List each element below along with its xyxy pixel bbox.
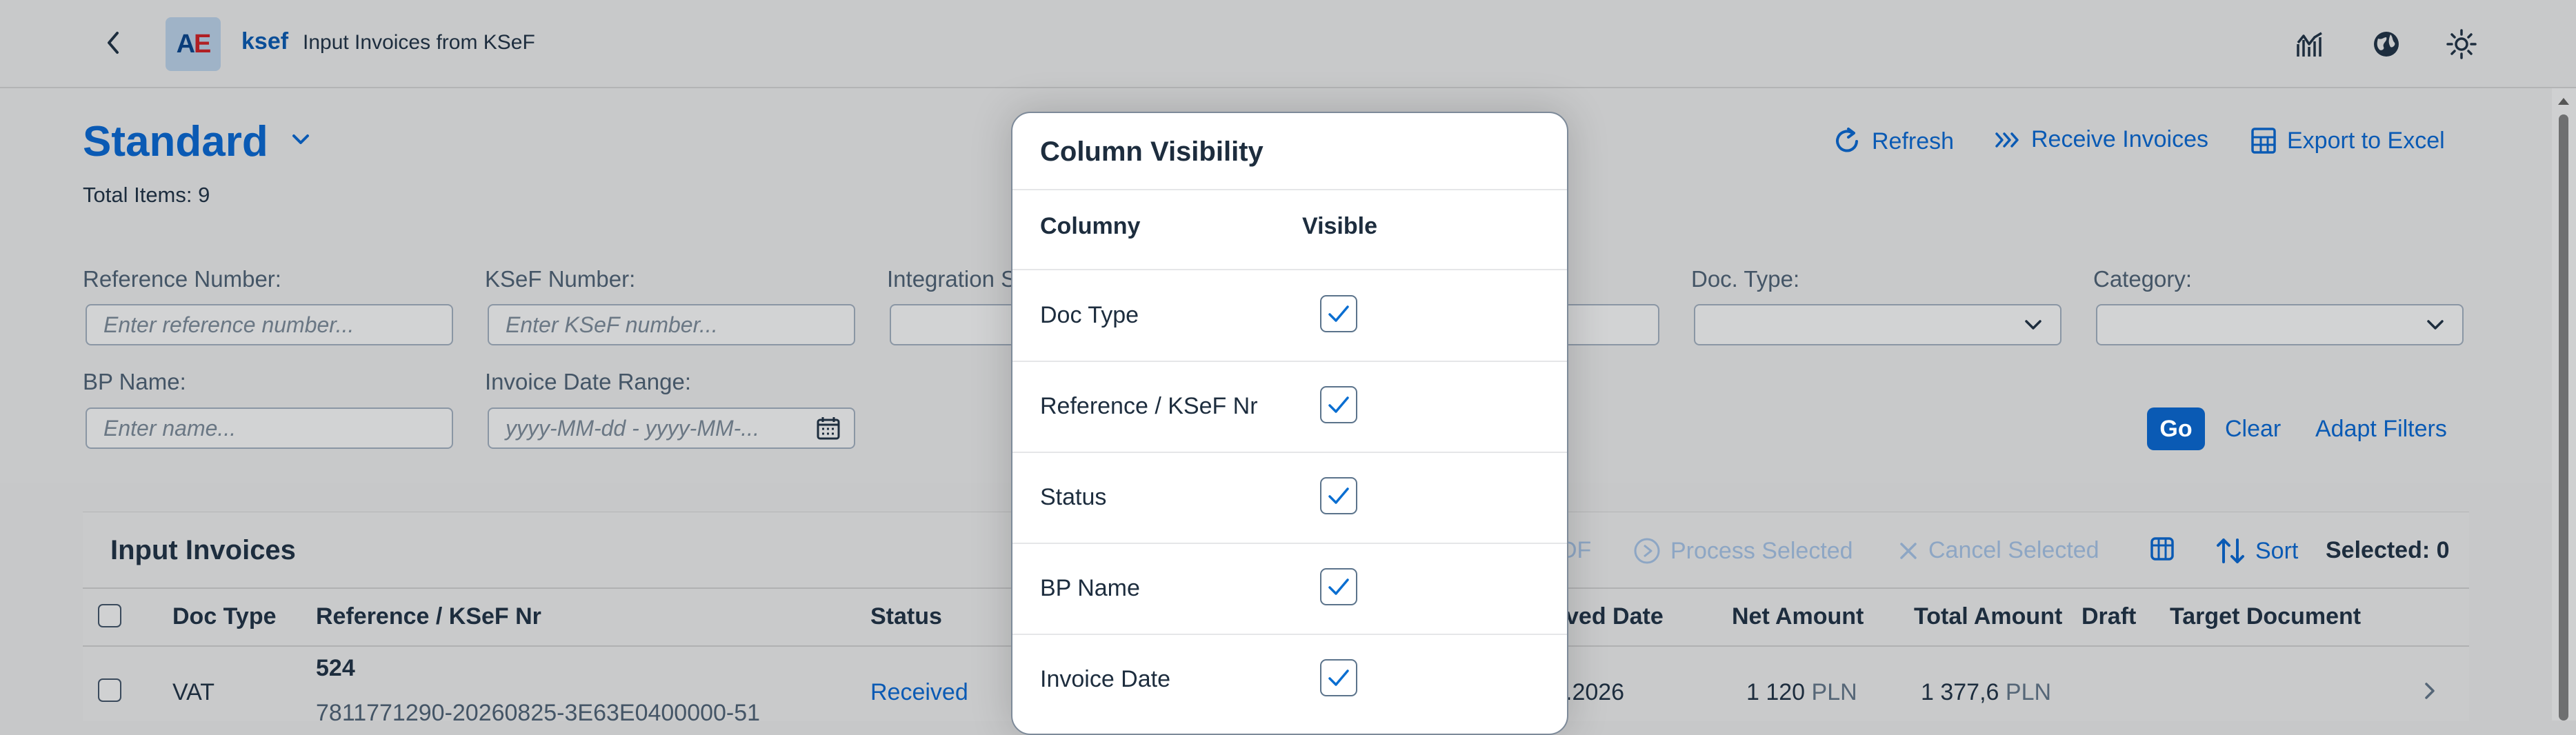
checkmark-icon — [1328, 669, 1349, 686]
analytics-icon — [2297, 32, 2322, 57]
theme-icon — [2446, 29, 2477, 59]
language-button[interactable] — [2370, 28, 2403, 61]
doc-type-label: Doc. Type: — [1691, 266, 1800, 292]
column-settings-button[interactable] — [2149, 536, 2175, 562]
app-name: ksef — [241, 28, 289, 54]
row-checkbox[interactable] — [98, 678, 121, 702]
doc-type-select[interactable] — [1694, 304, 2061, 345]
selected-count: Selected: 0 — [2326, 537, 2450, 563]
chevrons-right-icon — [1995, 132, 2019, 148]
dialog-title: Column Visibility — [1040, 137, 1264, 167]
back-button[interactable] — [98, 28, 128, 58]
dialog-row-label: Reference / KSeF Nr — [1040, 393, 1258, 419]
go-button[interactable]: Go — [2147, 407, 2205, 450]
globe-icon — [2374, 32, 2399, 57]
adapt-filters-button[interactable]: Adapt Filters — [2315, 416, 2447, 443]
scrollbar-thumb[interactable] — [2559, 114, 2568, 721]
export-excel-button[interactable]: Export to Excel — [2250, 126, 2445, 155]
col-header-reference[interactable]: Reference / KSeF Nr — [316, 603, 541, 630]
back-icon — [108, 32, 119, 54]
checkmark-icon — [1328, 487, 1349, 504]
receive-invoices-button[interactable]: Receive Invoices — [1994, 126, 2208, 153]
dialog-row-label: Status — [1040, 484, 1107, 510]
row-received-date: .2026 — [1566, 679, 1625, 705]
reference-number-input[interactable]: Enter reference number... — [86, 304, 453, 345]
chevron-down-icon — [292, 134, 309, 144]
dialog-divider — [1012, 452, 1567, 453]
dialog-row-label: BP Name — [1040, 575, 1140, 601]
row-status-link[interactable]: Received — [870, 679, 968, 706]
col-header-target-document[interactable]: Target Document — [2170, 603, 2361, 630]
col-header-draft[interactable]: Draft — [2081, 603, 2136, 630]
ksef-number-input[interactable]: Enter KSeF number... — [488, 304, 855, 345]
chevron-right-icon — [2425, 683, 2435, 699]
row-navigation-arrow[interactable] — [2422, 679, 2437, 706]
visible-checkbox-bp-name[interactable] — [1320, 568, 1357, 605]
row-reference: 524 — [316, 655, 355, 681]
company-logo: AE — [166, 17, 221, 71]
bp-name-label: BP Name: — [83, 369, 186, 394]
clear-button[interactable]: Clear — [2225, 416, 2281, 443]
total-items: Total Items: 9 — [83, 183, 210, 207]
sort-button[interactable]: Sort — [2215, 536, 2298, 566]
invoice-date-range-label: Invoice Date Range: — [485, 369, 692, 394]
col-header-net-amount[interactable]: Net Amount — [1732, 603, 1864, 630]
col-header-total-amount[interactable]: Total Amount — [1914, 603, 2062, 630]
chevron-down-icon — [2427, 320, 2444, 330]
cancel-selected-button[interactable]: Cancel Selected — [1898, 537, 2099, 564]
checkmark-icon — [1328, 305, 1349, 322]
visible-checkbox-status[interactable] — [1320, 477, 1357, 514]
integration-status-select[interactable] — [890, 304, 1028, 345]
select-all-checkbox[interactable] — [98, 604, 121, 627]
app-subtitle: Input Invoices from KSeF — [303, 31, 535, 54]
row-net-amount: 1 120 PLN — [1746, 679, 1857, 705]
dialog-row-label: Doc Type — [1040, 302, 1139, 328]
dialog-divider — [1012, 269, 1567, 270]
dialog-divider — [1012, 361, 1567, 362]
table-columns-icon — [2150, 537, 2174, 561]
bp-name-input[interactable]: Enter name... — [86, 407, 453, 449]
dialog-divider — [1012, 634, 1567, 635]
variant-title[interactable]: Standard — [83, 117, 268, 166]
close-icon — [1900, 542, 1917, 559]
visible-checkbox-invoice-date[interactable] — [1320, 659, 1357, 696]
reference-number-label: Reference Number: — [83, 266, 281, 292]
col-header-received-date[interactable]: ved Date — [1566, 603, 1664, 630]
chevron-down-icon — [2025, 320, 2041, 330]
ksef-number-label: KSeF Number: — [485, 266, 636, 292]
sort-icon — [2217, 538, 2244, 563]
row-total-amount: 1 377,6 PLN — [1921, 679, 2052, 705]
col-header-status[interactable]: Status — [870, 603, 942, 630]
invoice-date-range-input[interactable]: yyyy-MM-dd - yyyy-MM-... — [488, 407, 855, 449]
process-selected-button[interactable]: Process Selected — [1633, 537, 1853, 565]
dialog-divider — [1012, 543, 1567, 544]
refresh-icon — [1836, 128, 1858, 152]
play-circle-icon — [1634, 538, 1660, 564]
row-doc-type: VAT — [172, 679, 215, 705]
scroll-up-icon[interactable] — [2556, 95, 2571, 106]
category-label: Category: — [2093, 266, 2193, 292]
visible-checkbox-doc-type[interactable] — [1320, 295, 1357, 332]
integration-status-label: Integration S — [887, 266, 1017, 292]
excel-export-icon — [2251, 128, 2276, 154]
checkmark-icon — [1328, 578, 1349, 595]
theme-button[interactable] — [2445, 28, 2478, 61]
refresh-button[interactable]: Refresh — [1832, 126, 1954, 157]
visible-checkbox-reference[interactable] — [1320, 386, 1357, 423]
row-ksef-nr: 7811771290-20260825-3E63E0400000-51 — [316, 700, 761, 726]
dialog-row-label: Invoice Date — [1040, 666, 1170, 692]
table-title: Input Invoices — [110, 535, 296, 565]
dialog-col-header-column: Columny — [1040, 213, 1141, 239]
variant-dropdown[interactable] — [290, 131, 312, 151]
analytics-button[interactable] — [2294, 28, 2327, 61]
column-visibility-dialog: Column Visibility Columny Visible Doc Ty… — [1011, 112, 1568, 735]
col-header-doc-type[interactable]: Doc Type — [172, 603, 277, 630]
category-select[interactable] — [2096, 304, 2464, 345]
checkmark-icon — [1328, 396, 1349, 413]
dialog-divider — [1012, 189, 1567, 190]
dialog-col-header-visible: Visible — [1302, 213, 1377, 239]
calendar-icon[interactable] — [815, 415, 841, 441]
